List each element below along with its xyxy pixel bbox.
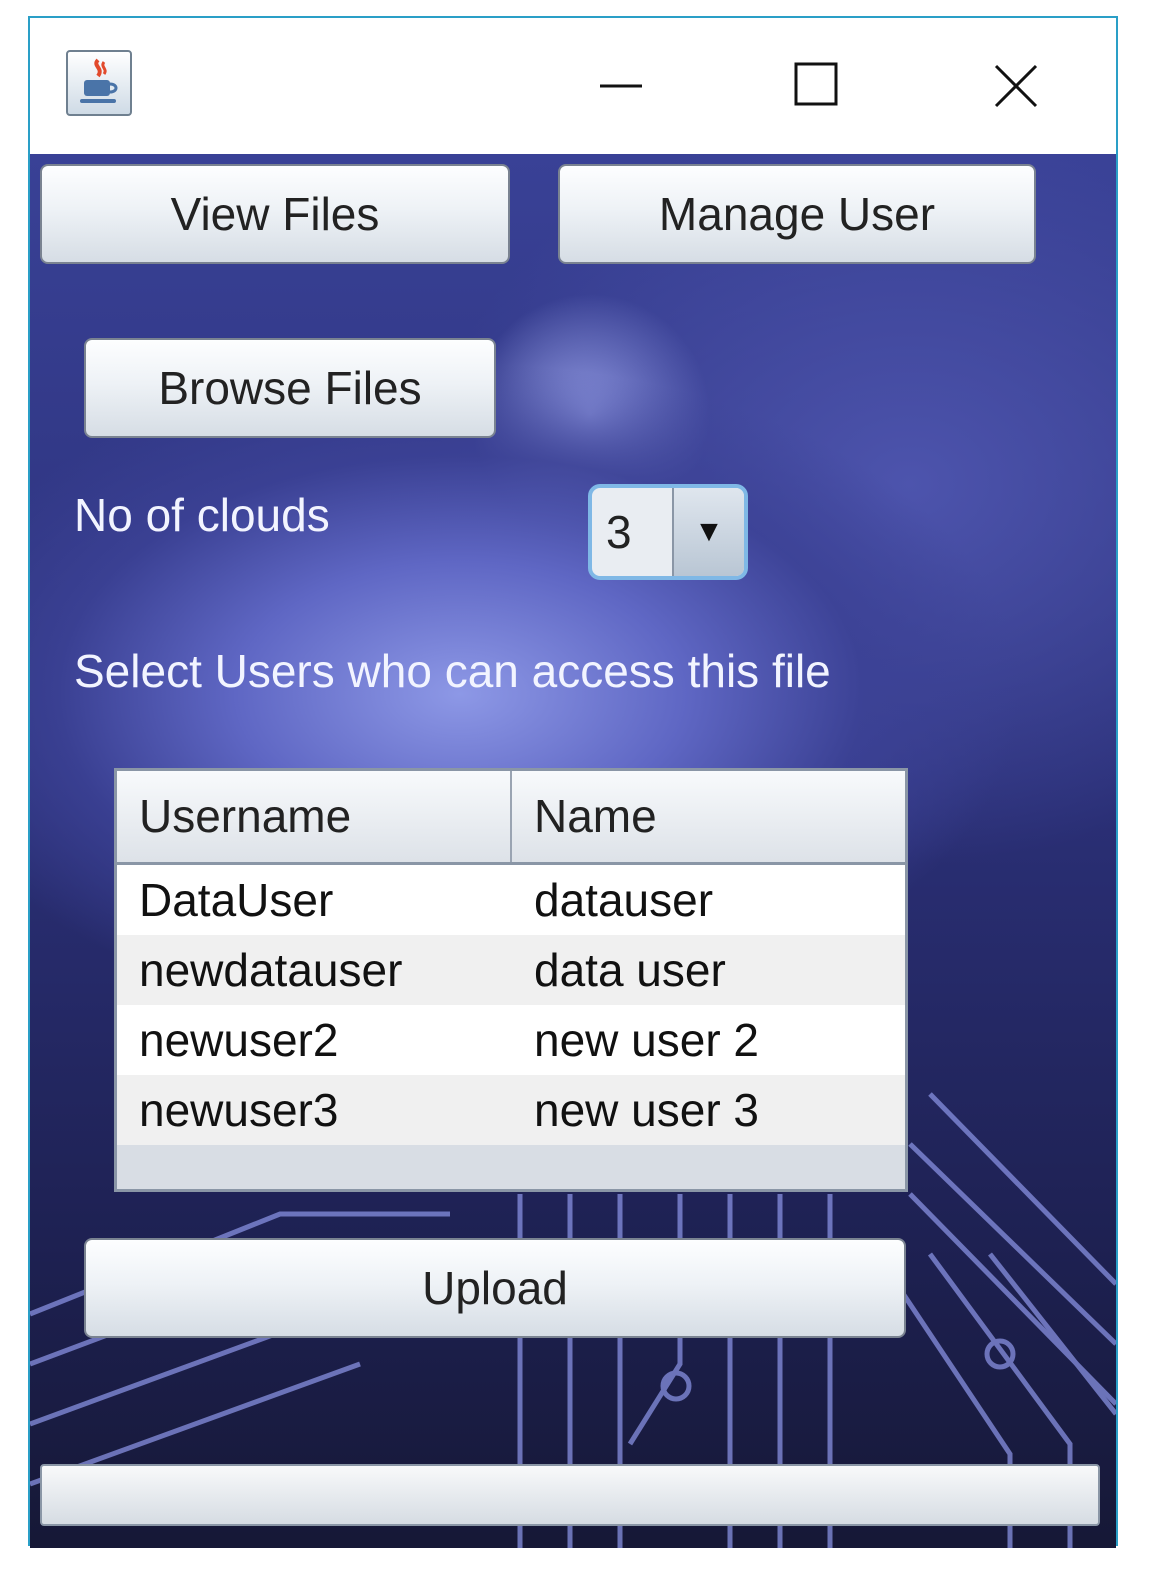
name-cell: data user bbox=[534, 944, 726, 996]
no-of-clouds-label: No of clouds bbox=[74, 489, 330, 541]
access-instruction-label: Select Users who can access this file bbox=[74, 645, 831, 697]
users-table[interactable]: Username Name DataUser datauser newdatau… bbox=[114, 768, 908, 1192]
clouds-combobox-value: 3 bbox=[606, 506, 632, 558]
table-row[interactable]: newuser3 new user 3 bbox=[117, 1075, 905, 1145]
table-row[interactable]: newuser2 new user 2 bbox=[117, 1005, 905, 1075]
clouds-combobox[interactable]: 3 ▼ bbox=[588, 484, 748, 580]
name-cell: new user 3 bbox=[534, 1084, 760, 1136]
name-cell: datauser bbox=[534, 874, 714, 926]
view-files-button[interactable]: View Files bbox=[40, 164, 510, 264]
maximize-icon bbox=[794, 62, 838, 106]
dropdown-arrow-icon[interactable]: ▼ bbox=[672, 488, 744, 576]
table-row[interactable]: DataUser datauser bbox=[117, 865, 905, 935]
maximize-button[interactable] bbox=[768, 42, 868, 126]
table-row[interactable]: newdatauser data user bbox=[117, 935, 905, 1005]
minimize-button[interactable] bbox=[578, 42, 678, 126]
minimize-icon bbox=[600, 84, 642, 88]
close-icon bbox=[994, 64, 1038, 108]
name-cell: new user 2 bbox=[534, 1014, 760, 1066]
column-header-name[interactable]: Name bbox=[512, 771, 905, 862]
username-cell: DataUser bbox=[139, 874, 334, 926]
table-body: DataUser datauser newdatauser data user … bbox=[117, 865, 905, 1145]
username-cell: newdatauser bbox=[139, 944, 403, 996]
upload-button[interactable]: Upload bbox=[84, 1238, 906, 1338]
browse-files-button[interactable]: Browse Files bbox=[84, 338, 496, 438]
app-window: View Files Manage User Browse Files No o… bbox=[28, 16, 1118, 1548]
java-cup-icon bbox=[66, 50, 132, 116]
upload-progress-bar bbox=[40, 1464, 1100, 1526]
username-cell: newuser2 bbox=[139, 1014, 339, 1066]
column-header-username[interactable]: Username bbox=[117, 771, 512, 862]
content-panel: View Files Manage User Browse Files No o… bbox=[30, 154, 1116, 1548]
table-header: Username Name bbox=[117, 771, 905, 865]
manage-user-button[interactable]: Manage User bbox=[558, 164, 1036, 264]
close-button[interactable] bbox=[968, 42, 1068, 126]
username-cell: newuser3 bbox=[139, 1084, 339, 1136]
title-bar bbox=[30, 18, 1116, 154]
